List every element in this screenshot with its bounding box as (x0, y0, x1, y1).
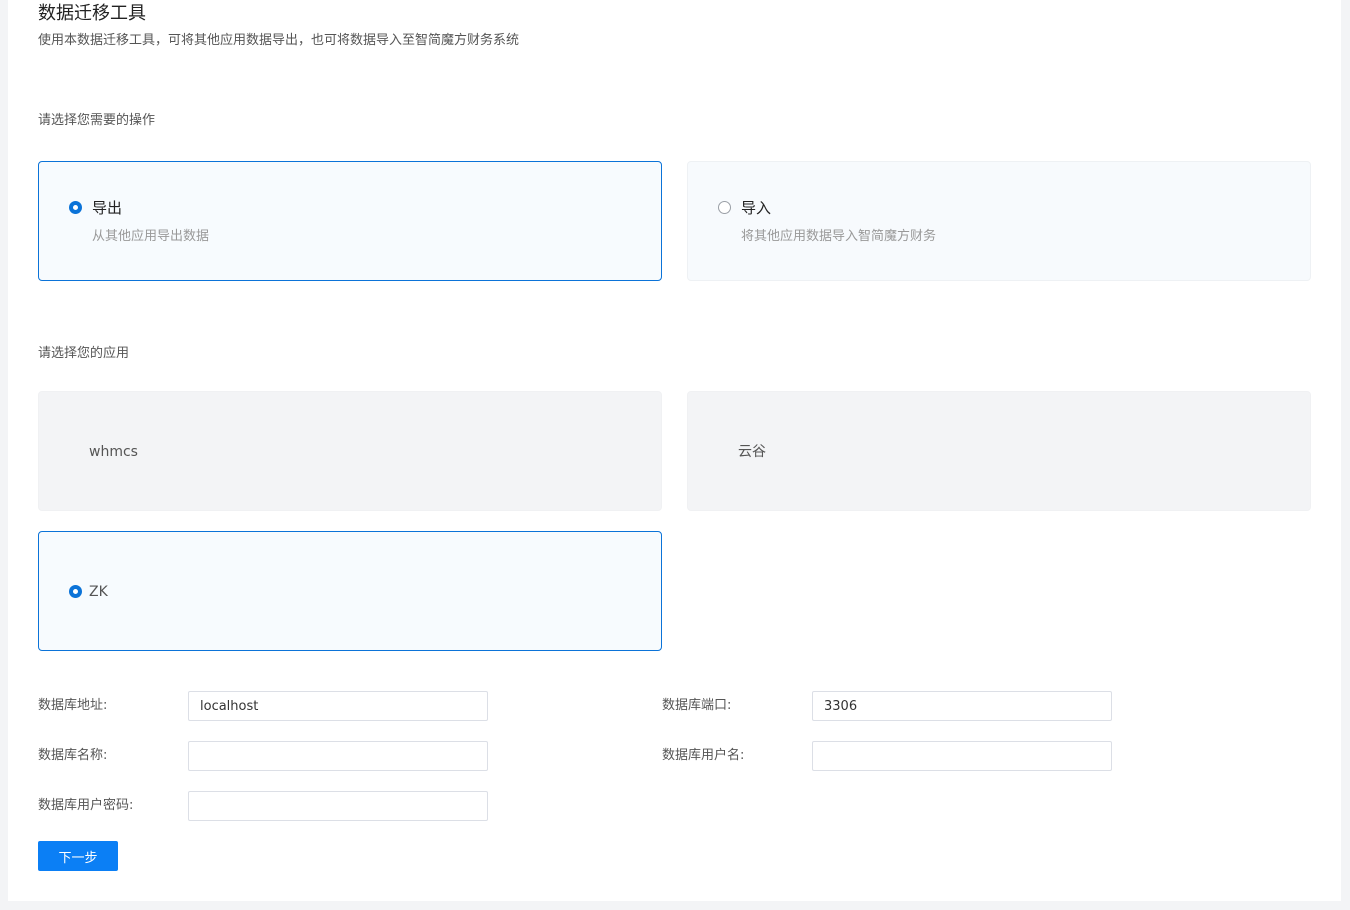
next-step-button[interactable]: 下一步 (38, 841, 118, 871)
operation-card-export[interactable]: 导出 从其他应用导出数据 (38, 161, 662, 281)
app-name-zk: ZK (89, 584, 108, 600)
page-subtitle: 使用本数据迁移工具，可将其他应用数据导出，也可将数据导入至智简魔方财务系统 (38, 33, 520, 48)
export-desc: 从其他应用导出数据 (92, 229, 210, 244)
db-port-input[interactable] (812, 691, 1112, 721)
import-title: 导入 (741, 199, 772, 217)
app-card-zk[interactable]: ZK (38, 531, 662, 651)
import-radio[interactable] (718, 201, 731, 214)
app-name-whmcs: whmcs (89, 444, 138, 460)
db-password-label: 数据库用户密码: (38, 798, 134, 813)
db-host-label: 数据库地址: (38, 698, 108, 713)
app-card-yungu[interactable]: 云谷 (687, 391, 1311, 511)
zk-radio[interactable] (69, 585, 82, 598)
db-password-input[interactable] (188, 791, 488, 821)
db-host-input[interactable] (188, 691, 488, 721)
application-section-label: 请选择您的应用 (38, 346, 130, 361)
migration-page: 数据迁移工具 使用本数据迁移工具，可将其他应用数据导出，也可将数据导入至智简魔方… (8, 0, 1341, 901)
db-name-input[interactable] (188, 741, 488, 771)
db-name-label: 数据库名称: (38, 748, 108, 763)
import-desc: 将其他应用数据导入智简魔方财务 (741, 229, 937, 244)
page-title: 数据迁移工具 (38, 3, 146, 24)
app-card-whmcs[interactable]: whmcs (38, 391, 662, 511)
app-name-yungu: 云谷 (738, 444, 766, 460)
export-title: 导出 (92, 199, 123, 217)
operation-card-import[interactable]: 导入 将其他应用数据导入智简魔方财务 (687, 161, 1311, 281)
db-user-label: 数据库用户名: (662, 748, 745, 763)
db-user-input[interactable] (812, 741, 1112, 771)
db-port-label: 数据库端口: (662, 698, 732, 713)
export-radio[interactable] (69, 201, 82, 214)
operation-section-label: 请选择您需要的操作 (38, 113, 156, 128)
